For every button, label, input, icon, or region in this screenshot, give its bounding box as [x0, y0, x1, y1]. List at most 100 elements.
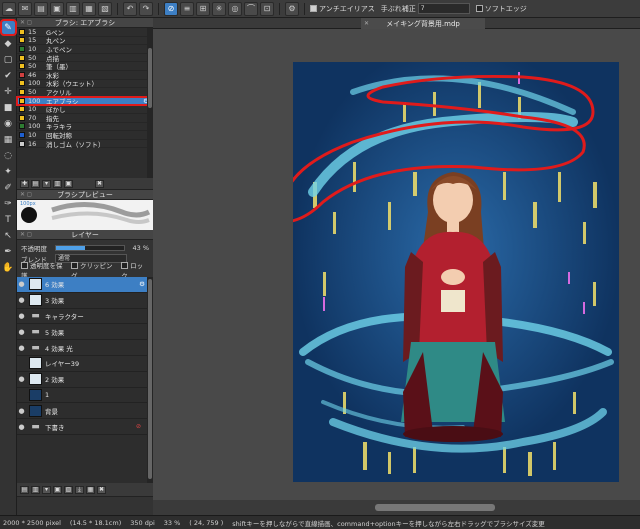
- soft-edge-toggle[interactable]: ソフトエッジ: [475, 4, 527, 14]
- scroll-thumb[interactable]: [148, 279, 152, 479]
- brush-folder-icon[interactable]: ▾: [42, 179, 51, 188]
- brush-item[interactable]: 50 筆（墨）: [17, 62, 153, 71]
- fill-rect-tool[interactable]: ■: [2, 101, 15, 114]
- snap-parallel-icon[interactable]: ≡: [180, 1, 194, 16]
- text-tool[interactable]: T: [2, 213, 15, 226]
- close-tab-icon[interactable]: ✕: [364, 20, 369, 27]
- panel-collapse-icon[interactable]: ✕ ◻: [20, 231, 32, 238]
- brush-item[interactable]: 50 アクリル: [17, 88, 153, 97]
- brush-settings-icon[interactable]: ▥: [53, 179, 62, 188]
- snap-circle-icon[interactable]: ◎: [228, 1, 242, 16]
- layer-row[interactable]: レイヤー39: [17, 356, 153, 372]
- open-file-icon[interactable]: ▣: [50, 1, 64, 16]
- visibility-icon[interactable]: ●: [17, 296, 26, 304]
- merge-down-icon[interactable]: ⤓: [75, 485, 84, 494]
- brush-item[interactable]: 100 キラキラ: [17, 122, 153, 131]
- print-icon[interactable]: ▧: [98, 1, 112, 16]
- visibility-icon[interactable]: ●: [17, 312, 26, 320]
- operation-tool[interactable]: ↖: [2, 229, 15, 242]
- new-layer-icon[interactable]: ▤: [20, 485, 29, 494]
- opacity-slider[interactable]: [55, 244, 125, 251]
- document-tab[interactable]: ✕ メイキング背景用.mdp: [361, 18, 485, 29]
- stabilizer-select[interactable]: 7: [417, 3, 470, 14]
- check-tool[interactable]: ✔: [2, 69, 15, 82]
- layer-row[interactable]: ● 3 効果: [17, 293, 153, 309]
- select-rect-tool[interactable]: ▢: [2, 53, 15, 66]
- brush-item[interactable]: 100エアブラシ⚙: [16, 95, 154, 107]
- brush-copy-icon[interactable]: ▤: [31, 179, 40, 188]
- canvas-horizontal-scrollbar[interactable]: [153, 500, 640, 515]
- chat-icon[interactable]: ✉: [18, 1, 32, 16]
- layer-row[interactable]: ● ▬ キャラクター: [17, 309, 153, 325]
- save-icon[interactable]: ▥: [66, 1, 80, 16]
- brush-item[interactable]: 10 ぼかし: [17, 105, 153, 114]
- select-eraser-tool[interactable]: ✑: [2, 197, 15, 210]
- select-pen-tool[interactable]: ✐: [2, 181, 15, 194]
- brush-item[interactable]: 100 水彩（ウエット）: [17, 79, 153, 88]
- brush-item[interactable]: 16 消しゴム（ソフト）: [17, 140, 153, 149]
- magic-wand-tool[interactable]: ✦: [2, 165, 15, 178]
- layer-row[interactable]: ● 6 効果 ⚙: [17, 277, 153, 293]
- lock-icon[interactable]: ⊘: [136, 423, 141, 430]
- brush-item[interactable]: 15 Gペン: [17, 28, 153, 37]
- antialias-toggle[interactable]: アンチエイリアス: [310, 4, 375, 14]
- layer-row[interactable]: ● ▬ 4 効果 光: [17, 340, 153, 356]
- brush-item[interactable]: 50 点描: [17, 54, 153, 63]
- brush-save-icon[interactable]: ▣: [64, 179, 73, 188]
- bucket-tool[interactable]: ◉: [2, 117, 15, 130]
- snap-3d-icon[interactable]: ⊡: [260, 1, 274, 16]
- new-file-icon[interactable]: ▤: [34, 1, 48, 16]
- brush-item[interactable]: 70 指先: [17, 114, 153, 123]
- layer-folder-icon[interactable]: ▧: [64, 485, 73, 494]
- panel-collapse-icon[interactable]: ✕ ◻: [20, 191, 32, 198]
- artwork-canvas[interactable]: [293, 62, 619, 482]
- lasso-select-tool[interactable]: ◌: [2, 149, 15, 162]
- layer-trash-icon[interactable]: ✖: [97, 485, 106, 494]
- snap-curve-icon[interactable]: ⌒: [244, 1, 258, 16]
- protect-alpha-checkbox[interactable]: [21, 261, 28, 269]
- brush-add-icon[interactable]: ✚: [20, 179, 29, 188]
- scroll-thumb[interactable]: [148, 48, 152, 108]
- visibility-icon[interactable]: ●: [17, 423, 26, 431]
- panel-collapse-icon[interactable]: ✕ ◻: [20, 19, 32, 26]
- export-icon[interactable]: ▦: [82, 1, 96, 16]
- cloud-icon[interactable]: ☁: [2, 1, 16, 16]
- layer-row[interactable]: ● 2 効果: [17, 372, 153, 388]
- snap-cross-icon[interactable]: ⊞: [196, 1, 210, 16]
- gear-icon[interactable]: ⚙: [139, 280, 145, 288]
- layer-row[interactable]: ● ▬ 下書き ⊘: [17, 419, 153, 435]
- eyedropper-tool[interactable]: ✒: [2, 245, 15, 258]
- folder-icon: ▬: [31, 326, 40, 337]
- brush-item[interactable]: 10 ふでペン: [17, 45, 153, 54]
- hand-tool[interactable]: ✋: [2, 261, 15, 274]
- move-tool[interactable]: ✛: [2, 85, 15, 98]
- brush-tool[interactable]: ✎: [0, 19, 17, 36]
- layer-row[interactable]: ● ▬ 5 効果: [17, 324, 153, 341]
- layer-copy-icon[interactable]: ▦: [86, 485, 95, 494]
- visibility-icon[interactable]: ●: [17, 407, 26, 415]
- layer-row[interactable]: 1: [17, 388, 153, 404]
- antialias-checkbox[interactable]: [310, 4, 317, 12]
- soft-edge-checkbox[interactable]: [475, 4, 483, 12]
- visibility-icon[interactable]: ●: [17, 375, 26, 383]
- brush-trash-icon[interactable]: ✖: [95, 179, 104, 188]
- clipping-checkbox[interactable]: [71, 261, 79, 269]
- brush-item[interactable]: 15 丸ペン: [17, 36, 153, 45]
- new-layer-copy-icon[interactable]: ▥: [31, 485, 40, 494]
- new-folder-icon[interactable]: ▾: [42, 485, 51, 494]
- layer-mask-icon[interactable]: ▣: [53, 485, 62, 494]
- layer-row[interactable]: ● 背景: [17, 403, 153, 420]
- visibility-icon[interactable]: ●: [17, 328, 26, 336]
- eraser-tool[interactable]: ◆: [2, 37, 15, 50]
- redo-icon[interactable]: ↷: [139, 1, 153, 16]
- lock-checkbox[interactable]: [121, 261, 129, 269]
- snap-radial-icon[interactable]: ✳: [212, 1, 226, 16]
- visibility-icon[interactable]: ●: [17, 344, 26, 352]
- snap-off-icon[interactable]: ⊘: [164, 1, 178, 16]
- undo-icon[interactable]: ↶: [123, 1, 137, 16]
- snap-settings-icon[interactable]: ⚙: [285, 1, 299, 16]
- visibility-icon[interactable]: ●: [17, 280, 26, 288]
- scroll-thumb[interactable]: [375, 504, 495, 511]
- gradient-tool[interactable]: ▦: [2, 133, 15, 146]
- canvas-area[interactable]: [153, 29, 640, 500]
